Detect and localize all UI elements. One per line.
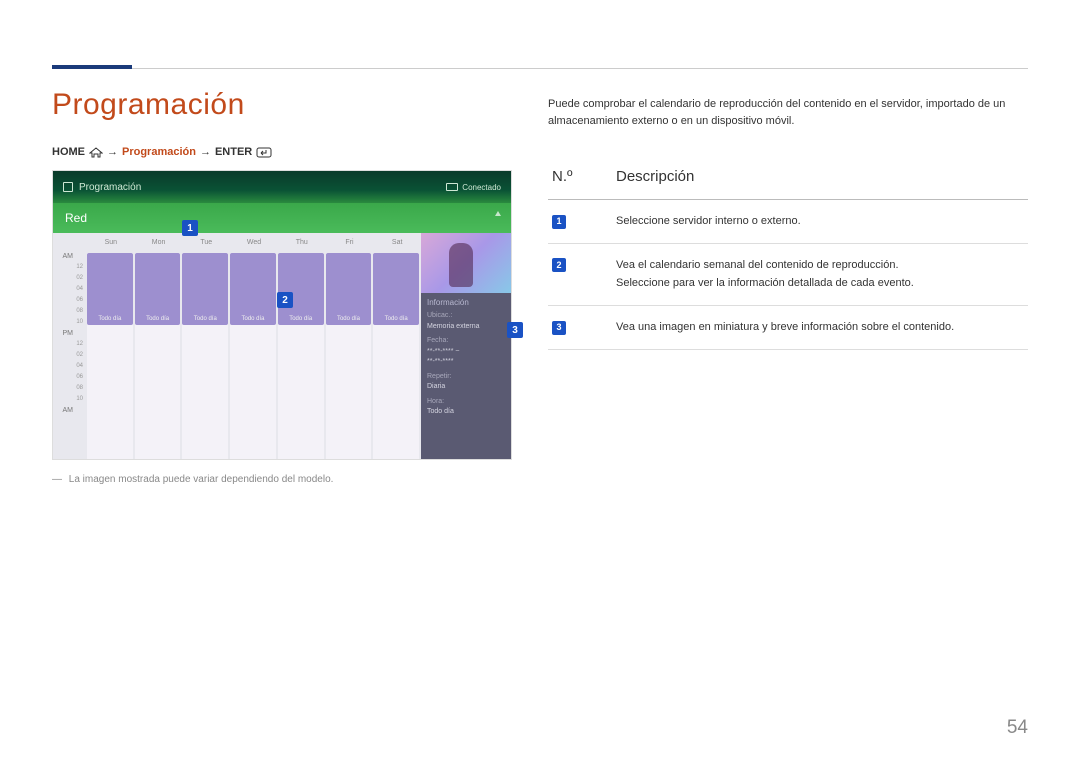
- info-date-val: **-**-**** ~: [427, 347, 505, 358]
- screenshot-header-right: Conectado: [446, 183, 501, 192]
- day-header-row: Sun Mon Tue Wed Thu Fri Sat: [53, 233, 421, 251]
- day-thu: Thu: [278, 239, 326, 246]
- caption-dash: ―: [52, 474, 62, 485]
- row-desc-3: Vea una imagen en miniatura y breve info…: [612, 306, 1028, 350]
- table-row: 1 Seleccione servidor interno o externo.: [548, 200, 1028, 244]
- am-label: AM: [53, 253, 87, 264]
- info-date-val2: **-**-****: [427, 357, 505, 368]
- callout-1: 1: [182, 220, 198, 236]
- row-desc-2: Vea el calendario semanal del contenido …: [612, 243, 1028, 305]
- screenshot-wrapper: Programación Conectado Red Sun: [52, 170, 512, 460]
- info-body: Información Ubicac.: Memoria externa Fec…: [421, 293, 511, 426]
- row-badge-2: 2: [552, 258, 566, 272]
- am-end-label: AM: [53, 407, 87, 418]
- breadcrumb-home: HOME: [52, 146, 85, 158]
- content-thumbnail: [421, 233, 511, 293]
- info-repeat-val: Diaria: [427, 382, 505, 393]
- day-sun: Sun: [87, 239, 135, 246]
- row-badge-1: 1: [552, 215, 566, 229]
- enter-icon: [256, 147, 270, 158]
- app-screenshot: Programación Conectado Red Sun: [52, 170, 512, 460]
- page-content: Programación HOME → Programación → ENTER…: [52, 88, 1028, 733]
- accent-bar: [52, 65, 132, 69]
- event-block[interactable]: Todo día: [373, 253, 419, 325]
- event-block[interactable]: Todo día: [278, 253, 324, 325]
- col-mon[interactable]: Todo día: [135, 253, 181, 459]
- callout-3: 3: [507, 322, 523, 338]
- table-row: 3 Vea una imagen en miniatura y breve in…: [548, 306, 1028, 350]
- top-divider: [132, 68, 1028, 69]
- screenshot-title: Programación: [79, 182, 141, 193]
- callout-2: 2: [277, 292, 293, 308]
- calendar-grid: AM 12 02 04 06 08 10 PM 12 02 04: [53, 251, 421, 459]
- screen-icon: [446, 183, 458, 191]
- event-block[interactable]: Todo día: [182, 253, 228, 325]
- day-columns: Todo día Todo día Todo día Todo día Todo…: [87, 251, 421, 459]
- description-table: N.º Descripción 1 Seleccione servidor in…: [548, 156, 1028, 350]
- left-column: Programación HOME → Programación → ENTER…: [52, 88, 512, 733]
- day-mon: Mon: [135, 239, 183, 246]
- pm-label: PM: [53, 330, 87, 341]
- info-time-val: Todo día: [427, 407, 505, 418]
- day-wed: Wed: [230, 239, 278, 246]
- screenshot-header-left: Programación: [63, 182, 141, 193]
- col-sun[interactable]: Todo día: [87, 253, 133, 459]
- screenshot-header: Programación Conectado: [53, 171, 511, 203]
- col-header-desc: Descripción: [612, 156, 1028, 200]
- page-title: Programación: [52, 88, 512, 122]
- calendar-icon: [63, 182, 73, 192]
- screenshot-status: Conectado: [462, 183, 501, 192]
- day-tue: Tue: [182, 239, 230, 246]
- info-date-label: Fecha:: [427, 336, 505, 347]
- event-block[interactable]: Todo día: [87, 253, 133, 325]
- right-column: Puede comprobar el calendario de reprodu…: [548, 88, 1028, 733]
- server-label: Red: [65, 211, 87, 225]
- calendar-area[interactable]: Sun Mon Tue Wed Thu Fri Sat AM 12: [53, 233, 421, 459]
- day-sat: Sat: [373, 239, 421, 246]
- intro-text: Puede comprobar el calendario de reprodu…: [548, 96, 1028, 130]
- time-gutter: AM 12 02 04 06 08 10 PM 12 02 04: [53, 251, 87, 459]
- event-block[interactable]: Todo día: [326, 253, 372, 325]
- info-loc-label: Ubicac.:: [427, 311, 505, 322]
- breadcrumb: HOME → Programación → ENTER: [52, 146, 512, 158]
- col-wed[interactable]: Todo día: [230, 253, 276, 459]
- info-repeat-label: Repetir:: [427, 372, 505, 383]
- home-icon: [89, 147, 103, 158]
- screenshot-caption: ― La imagen mostrada puede variar depend…: [52, 474, 512, 485]
- event-block[interactable]: Todo día: [135, 253, 181, 325]
- breadcrumb-arrow-1: →: [107, 146, 118, 158]
- caption-text: La imagen mostrada puede variar dependie…: [69, 474, 334, 485]
- server-selector[interactable]: Red: [53, 203, 511, 233]
- breadcrumb-arrow-2: →: [200, 146, 211, 158]
- day-fri: Fri: [326, 239, 374, 246]
- info-loc-val: Memoria externa: [427, 322, 505, 333]
- table-row: 2 Vea el calendario semanal del contenid…: [548, 243, 1028, 305]
- col-header-num: N.º: [548, 156, 612, 200]
- col-thu[interactable]: Todo día: [278, 253, 324, 459]
- col-tue[interactable]: Todo día: [182, 253, 228, 459]
- row-badge-3: 3: [552, 321, 566, 335]
- breadcrumb-enter: ENTER: [215, 146, 252, 158]
- info-panel: Información Ubicac.: Memoria externa Fec…: [421, 233, 511, 459]
- screenshot-body: Sun Mon Tue Wed Thu Fri Sat AM 12: [53, 233, 511, 459]
- event-block[interactable]: Todo día: [230, 253, 276, 325]
- col-sat[interactable]: Todo día: [373, 253, 419, 459]
- page-number: 54: [1007, 717, 1028, 739]
- info-title: Información: [427, 297, 505, 309]
- col-fri[interactable]: Todo día: [326, 253, 372, 459]
- info-time-label: Hora:: [427, 397, 505, 408]
- row-desc-1: Seleccione servidor interno o externo.: [612, 200, 1028, 244]
- breadcrumb-current: Programación: [122, 146, 196, 158]
